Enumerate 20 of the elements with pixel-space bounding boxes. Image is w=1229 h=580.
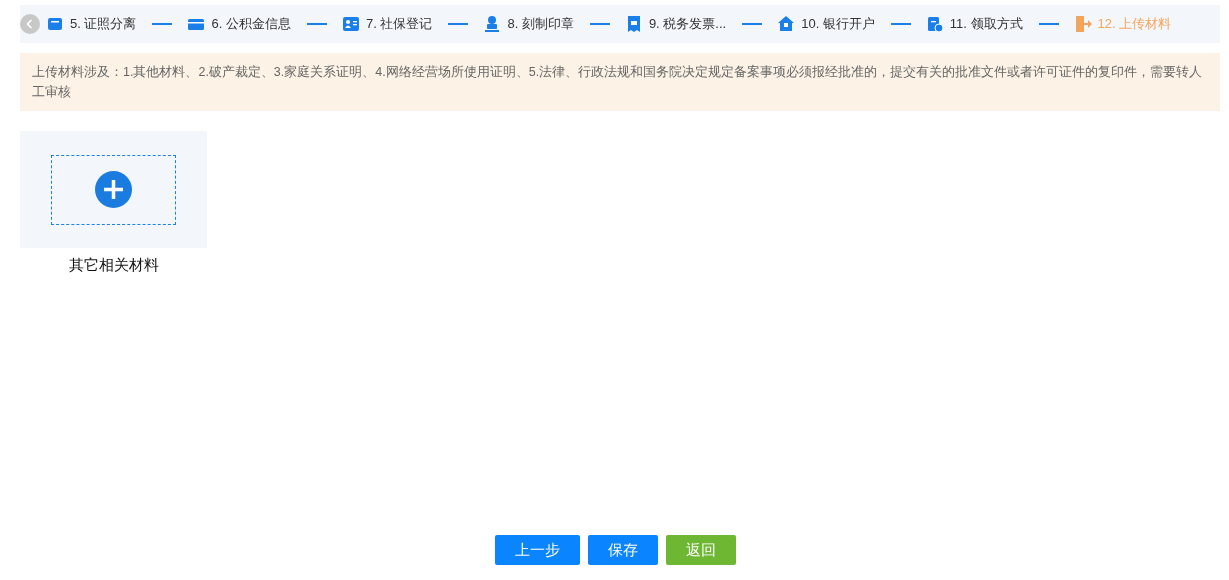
notice-text: 上传材料涉及：1.其他材料、2.破产裁定、3.家庭关系证明、4.网络经营场所使用证明、5.法律、行政法规和国务院决定规定备案事项必须报经批准的，提交有关的批准文件或者许可证件的复印件，需要转人工审核 (20, 53, 1220, 111)
step-tab[interactable]: 11. 领取方式 (925, 14, 1023, 34)
upload-dropzone[interactable] (51, 154, 176, 225)
chevron-left-icon (27, 19, 33, 29)
step-tab[interactable]: 9. 税务发票... (624, 14, 727, 34)
contact-card-icon (341, 15, 360, 33)
upload-label: 其它相关材料 (67, 255, 160, 275)
step-tab[interactable]: 5. 证照分离 (46, 14, 137, 34)
step-tab[interactable]: 6. 公积金信息 (187, 14, 291, 34)
save-button[interactable]: 保存 (587, 535, 658, 565)
id-card-icon (46, 15, 64, 33)
step-tab[interactable]: 10. 银行开户 (777, 14, 875, 34)
step-tab[interactable]: 7. 社保登记 (341, 14, 433, 34)
previous-button[interactable]: 上一步 (494, 535, 580, 565)
add-icon (95, 171, 132, 208)
step-tab[interactable]: 8. 刻制印章 (483, 14, 574, 34)
stamp-icon (483, 15, 502, 33)
exit-door-icon (1073, 15, 1092, 33)
house-icon (777, 15, 796, 33)
clipboard-icon (925, 15, 944, 33)
